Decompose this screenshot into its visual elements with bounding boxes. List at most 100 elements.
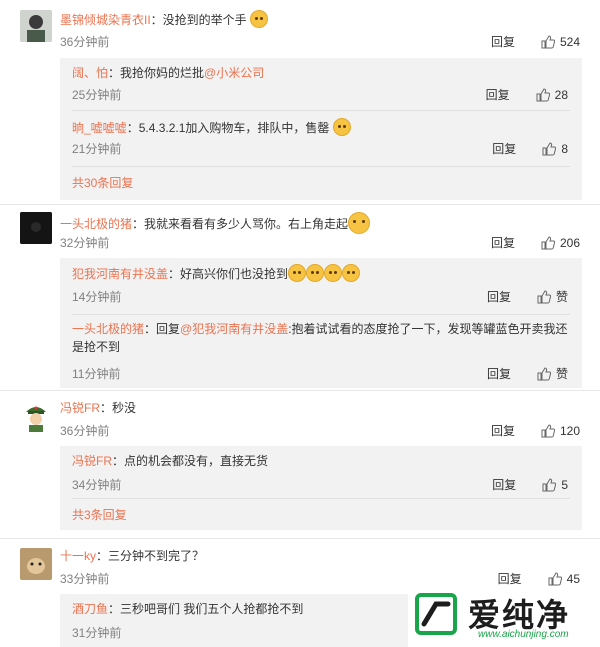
- comment-time: 33分钟前: [60, 572, 110, 586]
- like-count: 5: [561, 477, 568, 492]
- reply-button[interactable]: 回复: [492, 476, 516, 493]
- comment-time: 32分钟前: [60, 236, 110, 250]
- reply-button[interactable]: 回复: [491, 33, 515, 50]
- thumbs-up-icon: [542, 141, 557, 155]
- reply-block: 犯我河南有井没盖：好高兴你们也没抢到 14分钟前 回复 赞 一头北极的猪：回复@…: [60, 258, 582, 388]
- sub-time: 31分钟前: [72, 626, 122, 640]
- avatar[interactable]: [20, 400, 52, 432]
- reply-button[interactable]: 回复: [491, 422, 515, 439]
- sub-reply-text: 犯我河南有井没盖：好高兴你们也没抢到: [72, 264, 582, 283]
- comment-time: 36分钟前: [60, 35, 110, 49]
- sub-reply-text: 一头北极的猪：回复@犯我河南有井没盖:抱着试试看的态度抢了一下，发现等罐蓝色开卖…: [72, 320, 582, 338]
- comment-username[interactable]: 一头北极的猪: [60, 217, 132, 231]
- sub-reply-1: 阔、怕：我抢你妈的烂批@小米公司 25分钟前 回复 28: [72, 64, 582, 104]
- comment-username[interactable]: 冯锐FR: [60, 401, 100, 415]
- like-button[interactable]: 8: [542, 142, 568, 156]
- sub-username[interactable]: 犯我河南有井没盖: [72, 267, 168, 281]
- comment-body: ：秒没: [100, 401, 137, 415]
- like-count: 120: [559, 423, 580, 438]
- sub-time: 21分钟前: [72, 142, 122, 156]
- avatar[interactable]: [20, 10, 52, 42]
- like-button[interactable]: 28: [536, 88, 568, 102]
- like-button[interactable]: 524: [541, 35, 580, 49]
- reply-button[interactable]: 回复: [487, 288, 511, 305]
- brand-logo-icon: [415, 593, 457, 635]
- comment-divider: [0, 390, 600, 391]
- thumbs-up-icon: [537, 289, 551, 303]
- sub-body: ：我抢你妈的烂批: [108, 66, 205, 80]
- mention-link[interactable]: @小米公司: [204, 66, 264, 80]
- comment-text: 十一ky：三分钟不到完了？: [60, 548, 204, 564]
- reply-button[interactable]: 回复: [492, 140, 516, 157]
- sub-reply-2: 一头北极的猪：回复@犯我河南有井没盖:抱着试试看的态度抢了一下，发现等罐蓝色开卖…: [72, 320, 582, 384]
- like-count: 28: [554, 87, 568, 102]
- like-button[interactable]: 206: [541, 236, 580, 250]
- thumbs-up-icon: [548, 571, 562, 585]
- sub-body: ：点的机会都没有，直接无货: [112, 454, 269, 468]
- reply-block: 阔、怕：我抢你妈的烂批@小米公司 25分钟前 回复 28 晌_嘘嘘嘘：5.4.3…: [60, 58, 582, 200]
- comment-text: 冯锐FR：秒没: [60, 400, 136, 416]
- sub-body: ：三秒吧哥们 我们五个人抢都抢不到: [108, 602, 304, 616]
- thumbs-up-icon: [541, 235, 555, 249]
- reply-button[interactable]: 回复: [486, 86, 510, 103]
- reply-button[interactable]: 回复: [487, 365, 511, 382]
- comment-username[interactable]: 十一ky: [60, 549, 96, 563]
- reply-button[interactable]: 回复: [491, 234, 515, 251]
- sub-divider: [72, 110, 570, 111]
- laughing-emoji-icon: [324, 264, 343, 282]
- sub-username[interactable]: 冯锐FR: [72, 454, 112, 468]
- comment-time: 36分钟前: [60, 424, 110, 438]
- like-count: 524: [559, 34, 580, 49]
- sub-username[interactable]: 晌_嘘嘘嘘: [72, 121, 127, 135]
- sub-divider: [72, 166, 570, 167]
- like-label: 赞: [555, 290, 568, 304]
- comment-username[interactable]: 墨锦倾城染青衣II: [60, 13, 151, 27]
- sub-time: 34分钟前: [72, 478, 122, 492]
- comment-body: ：没抢到的举个手: [150, 13, 247, 27]
- sub-reply-text: 晌_嘘嘘嘘：5.4.3.2.1加入购物车，排队中，售罄: [72, 118, 582, 137]
- reply-button[interactable]: 回复: [498, 570, 522, 587]
- comment-text: 墨锦倾城染青衣II：没抢到的举个手: [60, 10, 269, 28]
- reply-block: 冯锐FR：点的机会都没有，直接无货 34分钟前 回复 5 共3条回复: [60, 446, 582, 530]
- sub-body: ：回复: [144, 322, 181, 336]
- comment-body: ：三分钟不到完了？: [96, 549, 205, 563]
- more-replies-link[interactable]: 共30条回复: [72, 174, 133, 191]
- like-button[interactable]: 120: [541, 424, 580, 438]
- thumbs-up-icon: [541, 423, 555, 437]
- sub-time: 11分钟前: [72, 367, 121, 381]
- sub-reply-text: 冯锐FR：点的机会都没有，直接无货: [72, 452, 582, 470]
- like-count: 45: [566, 571, 580, 586]
- more-replies-link[interactable]: 共3条回复: [72, 506, 127, 523]
- like-count: 206: [559, 235, 580, 250]
- sub-username[interactable]: 一头北极的猪: [72, 322, 144, 336]
- sub-time: 25分钟前: [72, 88, 122, 102]
- laughing-emoji-icon: [342, 264, 361, 282]
- avatar[interactable]: [20, 548, 52, 580]
- mention-link[interactable]: @犯我河南有井没盖: [180, 322, 288, 336]
- sub-body: ：5.4.3.2.1加入购物车，排队中，售罄: [126, 121, 330, 135]
- crying-emoji-icon: [332, 118, 351, 136]
- sub-time: 14分钟前: [72, 290, 122, 304]
- sub-divider: [72, 314, 570, 315]
- sub-reply-1: 冯锐FR：点的机会都没有，直接无货 34分钟前 回复 5: [72, 452, 582, 492]
- sub-reply-text-line2: 是抢不到: [72, 340, 121, 354]
- like-button[interactable]: 45: [548, 572, 580, 586]
- watermark-url: www.aichunjing.com: [478, 629, 569, 640]
- thumbs-up-icon: [537, 366, 551, 380]
- laughing-emoji-icon: [306, 264, 325, 282]
- avatar[interactable]: [20, 212, 52, 244]
- thumbs-up-icon: [542, 477, 557, 491]
- like-button[interactable]: 赞: [537, 365, 568, 382]
- like-button[interactable]: 赞: [537, 288, 568, 305]
- sub-username[interactable]: 阔、怕: [72, 66, 108, 80]
- sub-body: ：好高兴你们也没抢到: [168, 267, 289, 281]
- sub-username[interactable]: 酒刀鱼: [72, 602, 108, 616]
- smile-emoji-icon: [348, 212, 371, 234]
- sub-reply-text: 阔、怕：我抢你妈的烂批@小米公司: [72, 64, 582, 82]
- like-button[interactable]: 5: [542, 478, 568, 492]
- thumbs-up-icon: [541, 34, 555, 48]
- like-count: 8: [561, 141, 568, 156]
- laughing-emoji-icon: [288, 264, 307, 282]
- like-label: 赞: [555, 367, 568, 381]
- comment-body: ：我就来看看有多少人骂你。右上角走起: [132, 217, 349, 231]
